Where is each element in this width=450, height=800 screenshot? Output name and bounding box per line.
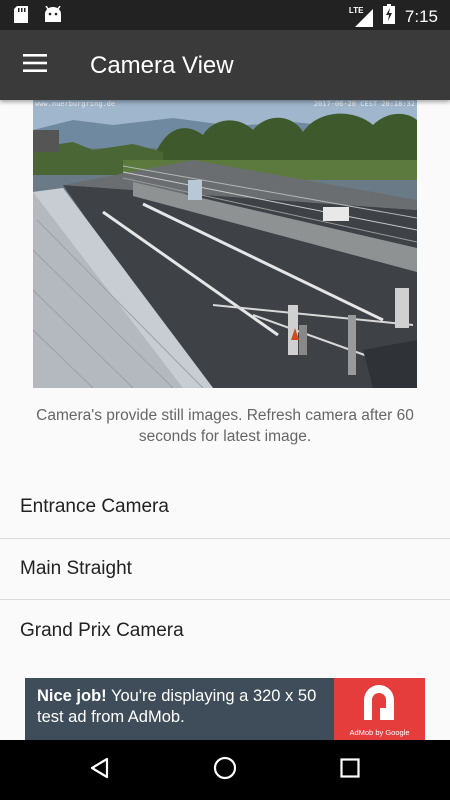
app-bar: Camera View: [0, 30, 450, 100]
info-text: Camera's provide still images. Refresh c…: [36, 407, 414, 445]
camera-item-main-straight[interactable]: Main Straight: [0, 539, 450, 600]
ad-headline: Nice job!: [37, 687, 107, 705]
signal-icon: LTE: [349, 6, 373, 27]
camera-list: Entrance Camera Main Straight Grand Prix…: [0, 477, 450, 662]
camera-image[interactable]: www.nuerburgring.de 2017-06-20 CEST 20:1…: [33, 100, 417, 388]
home-button[interactable]: [210, 755, 240, 785]
sd-card-icon: [14, 6, 28, 28]
navigation-bar: [0, 740, 450, 800]
ad-text: Nice job! You're displaying a 320 x 50 t…: [37, 686, 337, 728]
hamburger-menu-icon: [23, 53, 47, 77]
page-title: Camera View: [90, 52, 234, 79]
android-icon: [44, 5, 62, 28]
clock: 7:15: [404, 6, 438, 26]
battery-charging-icon: [382, 4, 395, 29]
menu-button[interactable]: [12, 43, 58, 87]
camera-timestamp: 2017-06-20 CEST 20:18:32: [313, 100, 415, 108]
back-button[interactable]: [85, 755, 115, 785]
recents-button[interactable]: [335, 755, 365, 785]
camera-stamp-left: www.nuerburgring.de: [35, 100, 116, 108]
home-icon: [213, 756, 237, 785]
camera-item-grand-prix[interactable]: Grand Prix Camera: [0, 600, 450, 662]
ad-banner[interactable]: Nice job! You're displaying a 320 x 50 t…: [25, 678, 425, 740]
camera-item-entrance[interactable]: Entrance Camera: [0, 477, 450, 539]
content: www.nuerburgring.de 2017-06-20 CEST 20:1…: [0, 100, 450, 740]
back-icon: [89, 757, 111, 784]
recents-icon: [340, 757, 360, 783]
admob-logo: AdMob by Google: [334, 678, 425, 740]
status-bar: LTE 7:15: [0, 0, 450, 30]
ad-brand: AdMob by Google: [349, 728, 410, 737]
